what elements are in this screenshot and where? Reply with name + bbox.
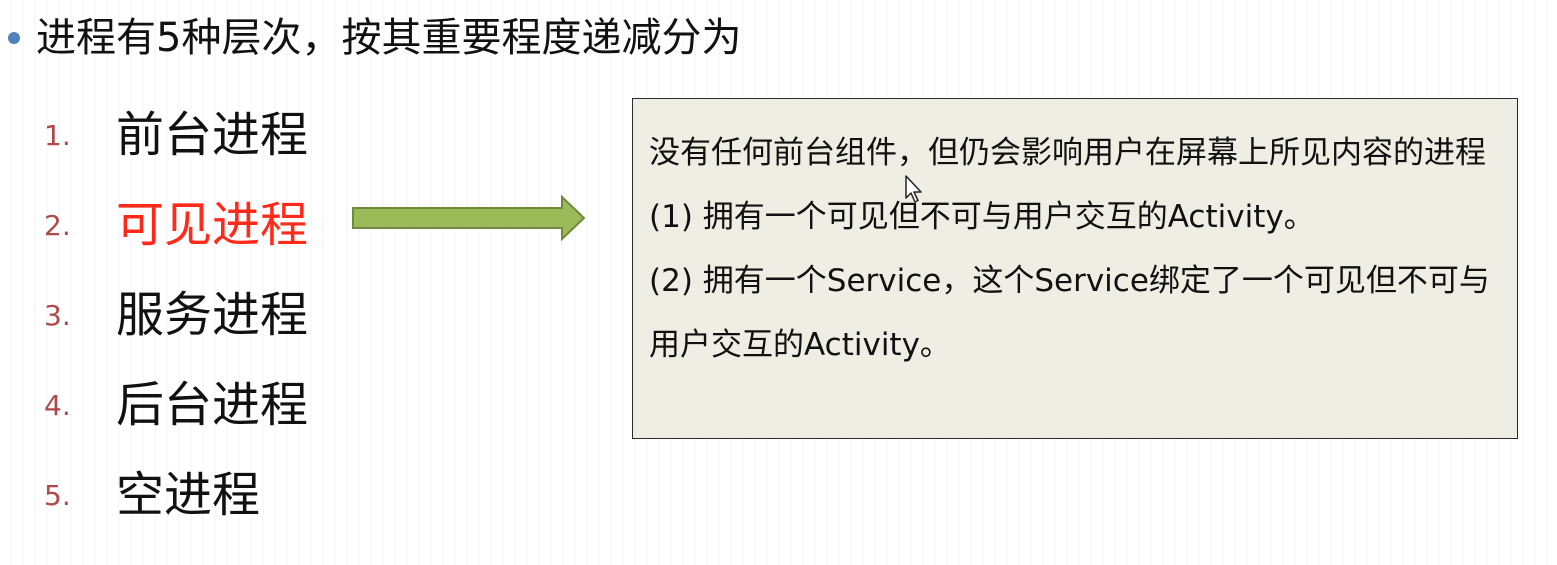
list-item: 5. 空进程: [44, 450, 308, 540]
list-item: 3. 服务进程: [44, 270, 308, 360]
list-item-number: 1.: [44, 118, 71, 152]
list-item-label: 服务进程: [116, 287, 309, 343]
process-level-list: 1. 前台进程 2. 可见进程 3. 服务进程 4. 后台进程 5. 空进程: [44, 90, 308, 540]
list-item-number: 2.: [44, 208, 71, 242]
callout-condition-2: (2) 拥有一个Service，这个Service绑定了一个可见但不可与用户交互…: [649, 263, 1490, 363]
list-item-label: 前台进程: [116, 107, 309, 163]
visible-process-callout: 没有任何前台组件，但仍会影响用户在屏幕上所见内容的进程 (1) 拥有一个可见但不…: [632, 98, 1518, 439]
list-item-number: 4.: [44, 388, 71, 422]
mouse-pointer-icon: [905, 175, 922, 203]
list-item: 2. 可见进程: [44, 180, 308, 270]
slide-headline: 进程有5种层次，按其重要程度递减分为: [8, 10, 741, 66]
list-item-number: 5.: [44, 478, 71, 512]
headline-text: 进程有5种层次，按其重要程度递减分为: [36, 15, 742, 61]
list-item-label: 后台进程: [116, 377, 309, 433]
callout-condition-1: (1) 拥有一个可见但不可与用户交互的Activity。: [649, 199, 1315, 235]
bullet-dot-icon: [8, 32, 20, 44]
list-item-label-highlighted: 可见进程: [116, 197, 309, 253]
callout-definition: 没有任何前台组件，但仍会影响用户在屏幕上所见内容的进程: [649, 135, 1486, 171]
right-arrow-icon: [352, 194, 586, 242]
list-item-number: 3.: [44, 298, 71, 332]
list-item-label: 空进程: [116, 467, 261, 523]
list-item: 4. 后台进程: [44, 360, 308, 450]
list-item: 1. 前台进程: [44, 90, 308, 180]
